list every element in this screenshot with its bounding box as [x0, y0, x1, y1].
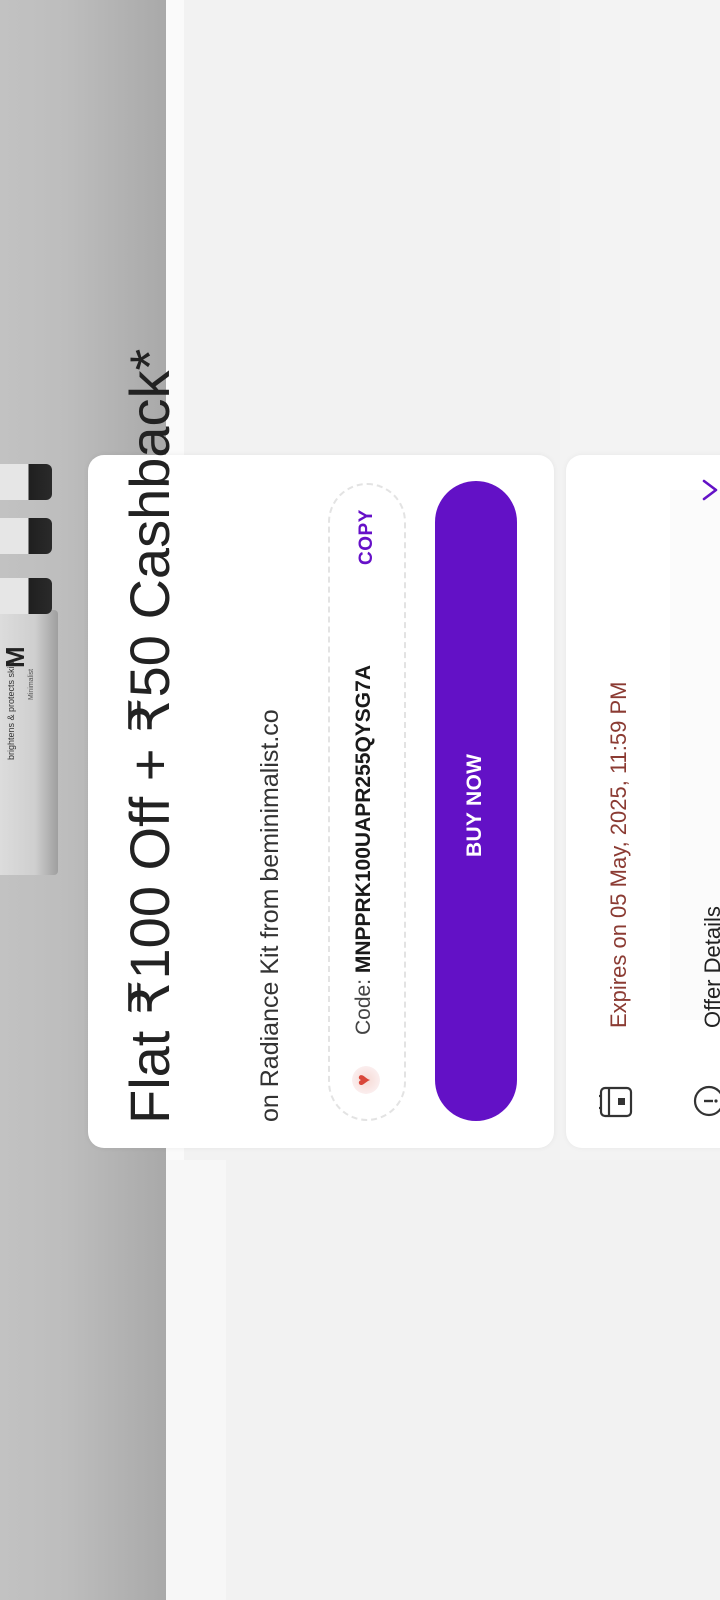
- brand-badge: ♥: [352, 1066, 380, 1094]
- calendar-icon: [599, 1086, 633, 1118]
- page-background-band: [166, 1160, 226, 1600]
- product-logo: M: [0, 646, 30, 668]
- product-bottle: [0, 518, 52, 554]
- offer-subtitle: on Radiance Kit from beminimalist.co: [256, 709, 284, 1122]
- coupon-code-value: MNPPRK100UAPR255QYSG7A: [352, 665, 375, 974]
- coupon-code-prefix: Code:: [352, 973, 375, 1035]
- product-tagline: brightens & protects skin: [6, 661, 16, 760]
- product-brand: Minimalist: [28, 668, 35, 700]
- offer-title-text: Flat ₹100 Off + ₹50 Cashback*: [118, 348, 181, 1124]
- offer-expiry: Expires on 05 May, 2025, 11:59 PM: [606, 681, 631, 1029]
- product-bottle: [0, 464, 52, 500]
- copy-code-button[interactable]: COPY: [356, 509, 378, 565]
- heart-icon: ♥: [352, 1074, 375, 1086]
- chevron-right-icon[interactable]: [700, 478, 720, 502]
- product-bottle: [0, 578, 52, 614]
- coupon-code: Code: MNPPRK100UAPR255QYSG7A: [352, 665, 376, 1035]
- page-background: [166, 1160, 720, 1600]
- info-icon: [693, 1085, 720, 1117]
- buy-now-label[interactable]: BUY NOW: [463, 754, 487, 857]
- offer-details-link[interactable]: Offer Details: [700, 906, 720, 1028]
- offer-title: Flat ₹100 Off + ₹50 Cashback*: [118, 349, 182, 1124]
